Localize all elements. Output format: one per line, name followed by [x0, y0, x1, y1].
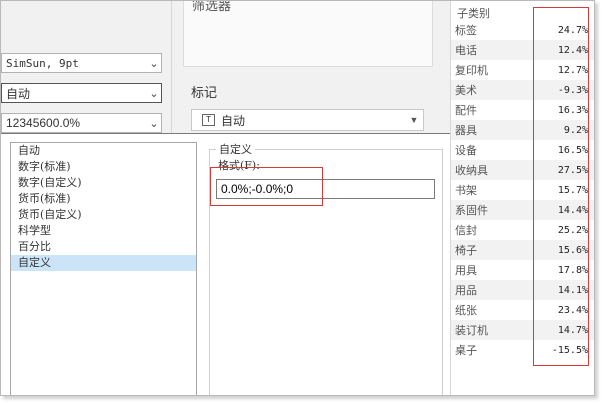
format-type-item[interactable]: 百分比	[11, 239, 196, 255]
row-value: 16.5%	[557, 144, 588, 156]
table-row: 信封 25.2%	[451, 220, 594, 240]
format-type-item[interactable]: 货币(自定义)	[11, 207, 196, 223]
table-row: 电话 12.4%	[451, 40, 594, 60]
filters-shelf-label: 筛选器	[192, 0, 232, 13]
number-format-value: 12345600.0%	[6, 116, 81, 130]
row-value: 15.6%	[557, 244, 588, 256]
row-category: 器具	[455, 124, 477, 137]
table-row: 美术 -9.3%	[451, 80, 594, 100]
chevron-down-icon: ⌄	[149, 57, 159, 70]
row-category: 系固件	[455, 204, 488, 217]
row-value: 12.7%	[557, 64, 588, 76]
chevron-down-icon: ⌄	[149, 87, 159, 100]
row-value: -15.5%	[551, 344, 588, 356]
number-format-select[interactable]: 12345600.0% ⌄	[1, 113, 162, 133]
table-row: 设备 16.5%	[451, 140, 594, 160]
format-type-list[interactable]: 自动 数字(标准) 数字(自定义) 货币(标准) 货币(自定义) 科学型 百分比 自定义	[10, 142, 197, 395]
alignment-select-value: 自动	[6, 86, 31, 101]
row-category: 装订机	[455, 324, 488, 337]
caret-down-icon: ▼	[409, 115, 419, 125]
row-category: 桌子	[455, 344, 477, 357]
row-value: 14.4%	[557, 204, 588, 216]
row-value: -9.3%	[557, 84, 588, 96]
row-category: 配件	[455, 104, 477, 117]
row-value: 23.4%	[557, 304, 588, 316]
table-row: 椅子 15.6%	[451, 240, 594, 260]
format-type-item[interactable]: 数字(自定义)	[11, 175, 196, 191]
marks-card-title: 标记	[191, 85, 218, 100]
row-category: 设备	[455, 144, 477, 157]
mark-type-select[interactable]: T 自动 ▼	[191, 109, 424, 131]
row-value: 14.7%	[557, 324, 588, 336]
format-type-item[interactable]: 货币(标准)	[11, 191, 196, 207]
table-row: 桌子 -15.5%	[451, 340, 594, 360]
row-category: 信封	[455, 224, 477, 237]
format-input[interactable]	[216, 179, 435, 199]
table-row: 标签 24.7%	[451, 20, 594, 40]
row-category: 用品	[455, 284, 477, 297]
table-row: 纸张 23.4%	[451, 300, 594, 320]
table-row: 用具 17.8%	[451, 260, 594, 280]
row-value: 12.4%	[557, 44, 588, 56]
table-row: 系固件 14.4%	[451, 200, 594, 220]
chevron-down-icon: ⌄	[149, 117, 159, 130]
row-value: 25.2%	[557, 224, 588, 236]
row-category: 纸张	[455, 304, 477, 317]
number-format-dialog: 自动 数字(标准) 数字(自定义) 货币(标准) 货币(自定义) 科学型 百分比 自定义 自定…	[1, 133, 451, 395]
row-value: 16.3%	[557, 104, 588, 116]
row-category: 复印机	[455, 64, 488, 77]
column-header-subcategory: 子类别	[457, 7, 490, 20]
row-value: 15.7%	[557, 184, 588, 196]
row-category: 电话	[455, 44, 477, 57]
table-row: 书架 15.7%	[451, 180, 594, 200]
row-category: 书架	[455, 184, 477, 197]
format-type-item[interactable]: 科学型	[11, 223, 196, 239]
custom-group-title: 自定义	[216, 141, 255, 157]
filters-shelf[interactable]: 筛选器	[183, 1, 433, 67]
row-value: 14.1%	[557, 284, 588, 296]
table-row: 复印机 12.7%	[451, 60, 594, 80]
row-value: 27.5%	[557, 164, 588, 176]
mark-type-value: 自动	[221, 113, 246, 128]
table-row: 收纳具 27.5%	[451, 160, 594, 180]
row-category: 美术	[455, 84, 477, 97]
format-type-item[interactable]: 数字(标准)	[11, 159, 196, 175]
format-label: 格式(F):	[218, 159, 260, 172]
row-value: 9.2%	[563, 124, 588, 136]
format-type-item[interactable]: 自动	[11, 143, 196, 159]
table-row: 装订机 14.7%	[451, 320, 594, 340]
row-category: 椅子	[455, 244, 477, 257]
alignment-select[interactable]: 自动 ⌄	[1, 83, 162, 103]
text-mark-icon: T	[202, 114, 215, 126]
font-select[interactable]: SimSun, 9pt ⌄	[1, 53, 162, 73]
row-value: 24.7%	[557, 24, 588, 36]
row-category: 标签	[455, 24, 477, 37]
row-value: 17.8%	[557, 264, 588, 276]
font-select-value: SimSun, 9pt	[6, 56, 79, 70]
row-category: 收纳具	[455, 164, 488, 177]
table-row: 器具 9.2%	[451, 120, 594, 140]
row-category: 用具	[455, 264, 477, 277]
data-table: 子类别 标签 24.7% 电话 12.4% 复印机 12.7% 美术 -9.3% 配件 16.3%…	[450, 1, 594, 395]
table-row: 用品 14.1%	[451, 280, 594, 300]
table-row: 配件 16.3%	[451, 100, 594, 120]
app-window: SimSun, 9pt ⌄ 自动 ⌄ 12345600.0% ⌄ 筛选器 标记 …	[0, 0, 595, 396]
format-type-item[interactable]: 自定义	[11, 255, 196, 271]
